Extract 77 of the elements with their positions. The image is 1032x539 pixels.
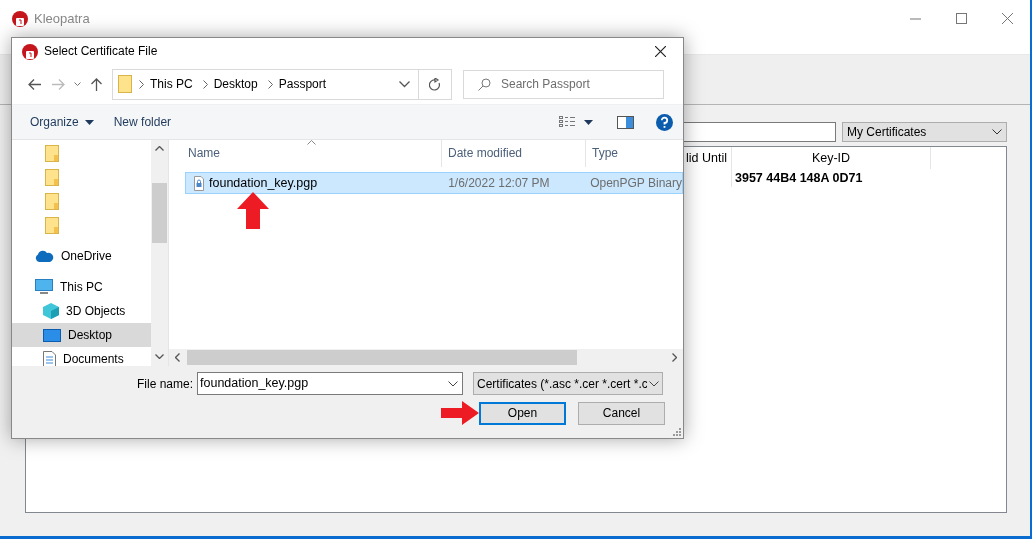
horizontal-scrollbar[interactable]	[169, 349, 683, 366]
caret-icon[interactable]	[584, 119, 593, 125]
dialog-button[interactable]: Open	[479, 401, 566, 425]
computer-icon	[35, 279, 53, 295]
navigation-item[interactable]: This PC	[12, 275, 152, 299]
desktop-icon	[43, 328, 61, 342]
breadcrumb-item[interactable]: This PC	[150, 75, 193, 93]
chevron-down-icon[interactable]	[992, 129, 1002, 135]
breadcrumb-item[interactable]: Passport	[278, 75, 327, 93]
pointer-arrow	[237, 192, 269, 229]
resize-grip-icon[interactable]	[673, 428, 681, 436]
file-name-label: File name:	[135, 375, 194, 393]
up-arrow-icon[interactable]	[90, 77, 102, 91]
navigation-label: 3D Objects	[66, 303, 126, 320]
file-name: foundation_key.pgp	[209, 174, 318, 192]
vertical-scrollbar[interactable]	[151, 140, 168, 366]
navigation-label: OneDrive	[61, 248, 112, 265]
scroll-down-icon[interactable]	[155, 354, 165, 359]
maximize-icon[interactable]	[955, 13, 967, 24]
scroll-left-icon[interactable]	[175, 353, 180, 362]
column-header[interactable]: Key-ID	[732, 147, 931, 169]
refresh-icon[interactable]	[429, 77, 441, 91]
back-arrow-icon[interactable]	[27, 78, 41, 90]
chevron-right-icon	[139, 79, 144, 89]
file-type: OpenPGP Binary	[589, 175, 682, 192]
navigation-label: This PC	[60, 279, 103, 296]
folder-icon	[45, 192, 59, 210]
search-field[interactable]: Search Passport	[463, 69, 664, 99]
breadcrumb-item[interactable]: Desktop	[213, 75, 258, 93]
search-icon	[478, 77, 491, 91]
folder-icon	[45, 216, 59, 234]
folder-icon	[118, 75, 133, 93]
scroll-right-icon[interactable]	[672, 353, 677, 362]
file-type-dropdown[interactable]: Certificates (*.asc *.cer *.cert *.c	[473, 372, 663, 395]
column-header[interactable]: Name	[169, 140, 442, 167]
certificate-filter-dropdown[interactable]: My Certificates	[842, 122, 1007, 142]
chevron-right-icon	[267, 79, 273, 89]
chevron-right-icon	[202, 79, 208, 89]
chevron-down-icon[interactable]	[448, 380, 458, 387]
close-icon[interactable]	[654, 45, 666, 57]
navigation-item[interactable]: OneDrive	[12, 244, 152, 268]
folder-icon	[45, 144, 59, 162]
toolbar-button[interactable]: Organize	[20, 111, 104, 133]
navigation-label: Documents	[63, 351, 124, 366]
dialog-button[interactable]: Cancel	[578, 401, 665, 425]
navigation-item[interactable]: Desktop	[12, 323, 152, 347]
chevron-down-icon[interactable]	[649, 380, 659, 387]
preview-pane-icon[interactable]	[617, 115, 634, 129]
scrollbar-thumb[interactable]	[152, 183, 168, 243]
address-bar[interactable]: This PC Desktop Passport	[112, 68, 452, 100]
dialog-title: Select Certificate File	[44, 43, 159, 60]
help-icon[interactable]	[656, 113, 673, 131]
navigation-label: Desktop	[68, 327, 113, 344]
folder-icon	[45, 168, 59, 186]
chevron-down-icon[interactable]	[399, 80, 410, 88]
date-modified: 1/6/2022 12:07 PM	[447, 175, 551, 192]
cloud-icon	[35, 250, 54, 262]
window-title: Kleopatra	[34, 9, 91, 28]
pointer-arrow	[441, 401, 479, 425]
scroll-up-icon[interactable]	[155, 146, 165, 151]
cube-icon	[43, 303, 59, 319]
view-options-icon[interactable]	[559, 116, 576, 128]
toolbar-button[interactable]: New folder	[103, 111, 182, 133]
file-row[interactable]: foundation_key.pgp 1/6/2022 12:07 PM OpenPGP Binary	[185, 172, 683, 194]
caret-icon	[84, 119, 94, 125]
app-logo-icon	[22, 43, 38, 60]
navigation-item[interactable]: 3D Objects	[12, 299, 152, 323]
column-header[interactable]: Type	[586, 140, 683, 167]
app-logo-icon	[12, 11, 28, 28]
sort-caret-icon	[307, 140, 316, 145]
file-name-field[interactable]: foundation_key.pgp	[197, 372, 463, 395]
navigation-item[interactable]: Documents	[12, 347, 152, 366]
lock-file-icon	[194, 175, 204, 191]
column-header[interactable]: Date modified	[442, 140, 586, 167]
key-id-cell-text: 3957 44B4 148A 0D71	[734, 170, 864, 187]
scrollbar-thumb[interactable]	[187, 350, 577, 365]
document-icon	[43, 351, 56, 366]
